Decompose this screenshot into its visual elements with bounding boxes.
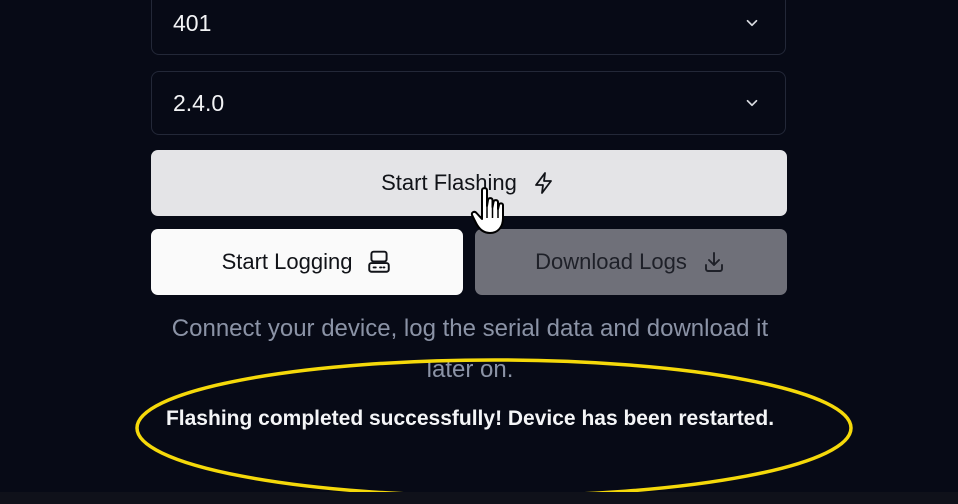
download-logs-label: Download Logs <box>535 249 687 274</box>
bottom-divider <box>0 492 958 504</box>
start-logging-button[interactable]: Start Logging <box>151 229 463 295</box>
version-select[interactable]: 2.4.0 <box>151 71 786 135</box>
version-select-value: 2.4.0 <box>173 89 225 116</box>
model-select-value: 401 <box>173 9 212 36</box>
model-select[interactable]: 401 <box>151 0 786 55</box>
start-logging-label: Start Logging <box>221 249 353 274</box>
hand-pointer-cursor-icon <box>470 186 510 238</box>
chevron-down-icon <box>741 12 763 34</box>
download-logs-button[interactable]: Download Logs <box>475 229 787 295</box>
download-icon <box>701 249 727 275</box>
chevron-down-icon <box>741 92 763 114</box>
lightning-bolt-icon <box>531 170 557 196</box>
start-flashing-button[interactable]: Start Flashing <box>151 150 787 216</box>
serial-device-icon <box>366 249 392 275</box>
flash-success-message: Flashing completed successfully! Device … <box>165 407 775 430</box>
